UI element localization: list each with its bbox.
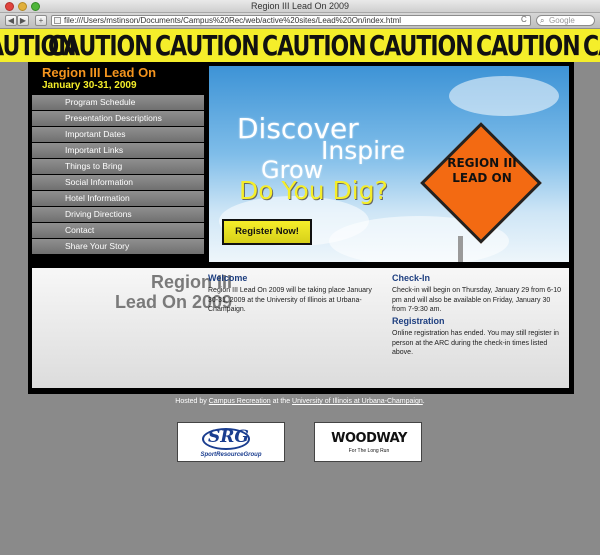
road-sign-line1: REGION III bbox=[447, 156, 517, 170]
nav-contact[interactable]: Contact bbox=[32, 223, 204, 238]
nav-important-dates[interactable]: Important Dates bbox=[32, 127, 204, 142]
site-title: Region III Lead On bbox=[42, 65, 157, 80]
footer-suffix: . bbox=[422, 398, 425, 405]
cloud-shape bbox=[449, 76, 559, 116]
woodway-tagline: For The Long Run bbox=[348, 448, 390, 454]
caution-tape-banner: CAUTION CAUTION CAUTION CAUTION CAUTION … bbox=[0, 29, 600, 62]
back-button[interactable]: ◀ bbox=[5, 15, 17, 26]
file-icon bbox=[54, 17, 61, 24]
srg-mark: SRG bbox=[208, 427, 249, 447]
sport-resource-group-logo[interactable]: SRG SportResourceGroup bbox=[177, 422, 285, 462]
campus-recreation-link[interactable]: Campus Recreation bbox=[209, 398, 271, 405]
nav-things-to-bring[interactable]: Things to Bring bbox=[32, 159, 204, 174]
caution-word: CAUTION bbox=[583, 31, 600, 62]
site-date: January 30-31, 2009 bbox=[42, 80, 137, 91]
nav-program-schedule[interactable]: Program Schedule bbox=[32, 95, 204, 110]
register-now-button[interactable]: Register Now! bbox=[222, 219, 312, 245]
caution-word: CAUTION bbox=[48, 31, 153, 62]
nav-driving-directions[interactable]: Driving Directions bbox=[32, 207, 204, 222]
search-icon: ⌕ bbox=[540, 16, 545, 25]
nav-social-information[interactable]: Social Information bbox=[32, 175, 204, 190]
caution-word: CAUTION bbox=[262, 31, 367, 62]
content-panel: Region III Lead On 2009 Welcome Region I… bbox=[32, 268, 569, 388]
caution-word: CAUTION bbox=[476, 31, 581, 62]
address-text: file:///Users/mstinson/Documents/Campus%… bbox=[64, 16, 402, 25]
browser-toolbar: ◀ ▶ + file:///Users/mstinson/Documents/C… bbox=[0, 13, 600, 29]
window-title: Region III Lead On 2009 bbox=[250, 1, 350, 11]
sidebar: Region III Lead On January 30-31, 2009 P… bbox=[29, 62, 206, 259]
checkin-heading: Check-In bbox=[392, 273, 431, 283]
search-input[interactable]: ⌕ Google bbox=[536, 15, 595, 26]
add-bookmark-button[interactable]: + bbox=[35, 15, 47, 26]
footer-prefix: Hosted by bbox=[175, 398, 207, 405]
registration-text: Online registration has ended. You may s… bbox=[392, 330, 559, 356]
footer-hosted-by: Hosted by Campus Recreation at the Unive… bbox=[0, 398, 600, 405]
window-titlebar: Region III Lead On 2009 bbox=[0, 0, 600, 13]
forward-button[interactable]: ▶ bbox=[17, 15, 29, 26]
welcome-text: Region III Lead On 2009 will be taking p… bbox=[208, 287, 372, 313]
address-bar[interactable]: file:///Users/mstinson/Documents/Campus%… bbox=[51, 15, 531, 26]
road-sign-line2: LEAD ON bbox=[452, 171, 512, 185]
road-sign: REGION III LEAD ON bbox=[420, 122, 544, 246]
search-placeholder: Google bbox=[549, 16, 575, 25]
nav-presentation-descriptions[interactable]: Presentation Descriptions bbox=[32, 111, 204, 126]
nav-important-links[interactable]: Important Links bbox=[32, 143, 204, 158]
footer-middle: at the bbox=[272, 398, 291, 405]
university-link[interactable]: University of Illinois at Urbana-Champai… bbox=[292, 398, 423, 405]
hero-word-inspire: Inspire bbox=[321, 136, 406, 165]
sidebar-nav: Program Schedule Presentation Descriptio… bbox=[32, 95, 204, 255]
registration-heading: Registration bbox=[392, 316, 445, 326]
checkin-text: Check-in will begin on Thursday, January… bbox=[392, 287, 561, 313]
hero-word-dig: Do You Dig? bbox=[239, 176, 388, 205]
srg-name: SportResourceGroup bbox=[200, 452, 262, 458]
caution-word: CAUTION bbox=[155, 31, 260, 62]
woodway-logo[interactable]: WOODWAY For The Long Run bbox=[314, 422, 422, 462]
road-sign-text: REGION III LEAD ON bbox=[424, 156, 540, 186]
caution-word: CAUTION bbox=[369, 31, 474, 62]
nav-hotel-information[interactable]: Hotel Information bbox=[32, 191, 204, 206]
nav-share-your-story[interactable]: Share Your Story bbox=[32, 239, 204, 254]
welcome-heading: Welcome bbox=[208, 273, 248, 283]
reload-button[interactable]: C bbox=[521, 15, 527, 24]
woodway-mark: WOODWAY bbox=[331, 431, 407, 446]
